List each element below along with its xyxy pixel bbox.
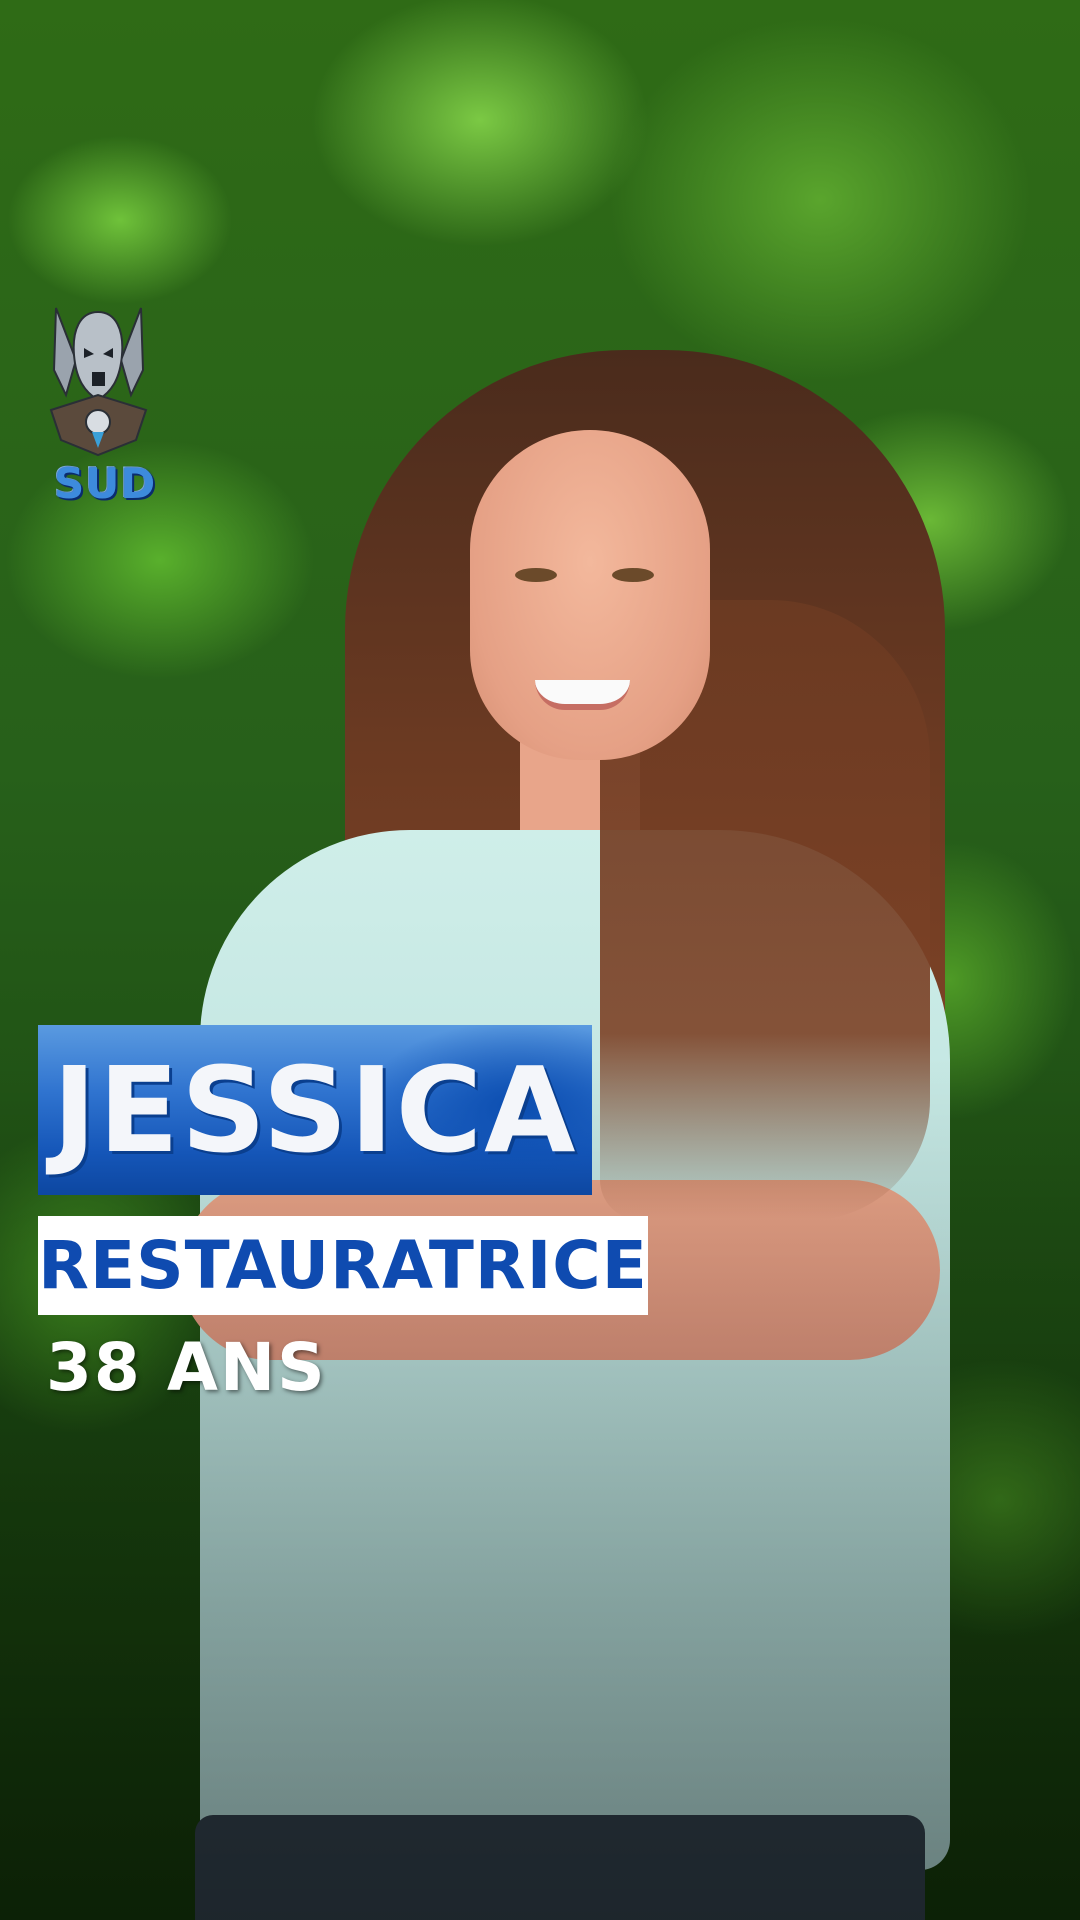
contestant-age: 38 ANS [46, 1329, 327, 1406]
tribal-mask-icon [49, 307, 148, 457]
occupation-banner: RESTAURATRICE [38, 1216, 648, 1315]
tribe-logo: SUD [36, 300, 161, 510]
contestant-name: JESSICA [52, 1041, 578, 1179]
name-banner: JESSICA [38, 1025, 592, 1195]
bottom-shade [0, 0, 1080, 1920]
tribe-label: SUD [54, 459, 157, 508]
contestant-occupation: RESTAURATRICE [38, 1227, 648, 1304]
